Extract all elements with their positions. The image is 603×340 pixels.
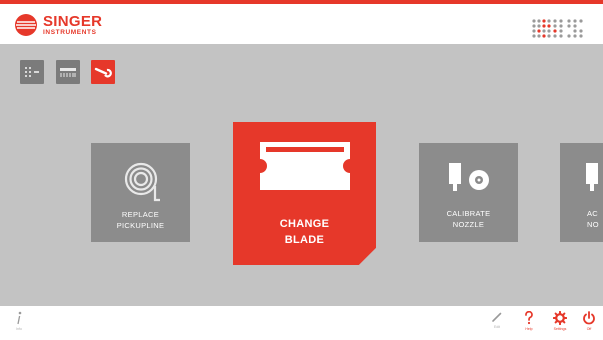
help-label: Help xyxy=(525,327,533,331)
singer-logo: SINGER INSTRUMENTS xyxy=(14,13,102,37)
wrench-icon xyxy=(94,67,112,78)
calibrate-nozzle-tile[interactable]: CALIBRATE NOZZLE xyxy=(419,143,518,242)
pencil-icon xyxy=(492,312,502,322)
power-button[interactable]: Off xyxy=(574,311,603,331)
nozzle-calibrate-icon xyxy=(448,163,489,191)
mode-array-button[interactable] xyxy=(20,60,44,84)
pickupline-coil-icon xyxy=(124,162,160,202)
blade-icon xyxy=(259,142,350,190)
mode-plate-button[interactable] xyxy=(56,60,80,84)
nozzle-icon xyxy=(586,163,598,191)
edit-label: Edit xyxy=(493,325,501,329)
brand-name: SINGER xyxy=(43,12,103,30)
info-button[interactable]: Info xyxy=(4,311,34,331)
singer-logo-icon xyxy=(15,14,37,36)
nozzle-tile-partial[interactable]: AC NO xyxy=(560,143,603,242)
device-dots-icon xyxy=(532,19,583,38)
settings-label: Settings xyxy=(553,327,567,331)
footer-bar: Info Edit Help Settings Off xyxy=(0,306,603,340)
change-blade-tile[interactable]: CHANGE BLADE xyxy=(233,122,376,265)
info-label: Info xyxy=(16,327,22,331)
header-bar: SINGER INSTRUMENTS xyxy=(0,4,603,44)
plate-icon xyxy=(60,68,76,77)
settings-button[interactable]: Settings xyxy=(545,311,575,331)
replace-pickupline-tile[interactable]: REPLACE PICKUPLINE xyxy=(91,143,190,242)
edit-button[interactable]: Edit xyxy=(482,311,512,329)
tile-label: REPLACE PICKUPLINE xyxy=(116,210,165,230)
gear-icon xyxy=(553,311,567,325)
main-panel: REPLACE PICKUPLINE CHANGE BLADE CALIBRAT… xyxy=(0,44,603,306)
info-icon xyxy=(17,311,22,325)
tile-label: CALIBRATE NOZZLE xyxy=(446,209,491,229)
power-icon xyxy=(583,311,595,325)
question-icon xyxy=(525,311,533,325)
brand-sub: INSTRUMENTS xyxy=(43,28,97,36)
array-icon xyxy=(25,67,39,77)
mode-maintenance-button[interactable] xyxy=(91,60,115,84)
power-label: Off xyxy=(586,327,592,331)
tile-label: AC NO xyxy=(587,209,599,229)
help-button[interactable]: Help xyxy=(514,311,544,331)
tile-label: CHANGE BLADE xyxy=(279,218,330,246)
